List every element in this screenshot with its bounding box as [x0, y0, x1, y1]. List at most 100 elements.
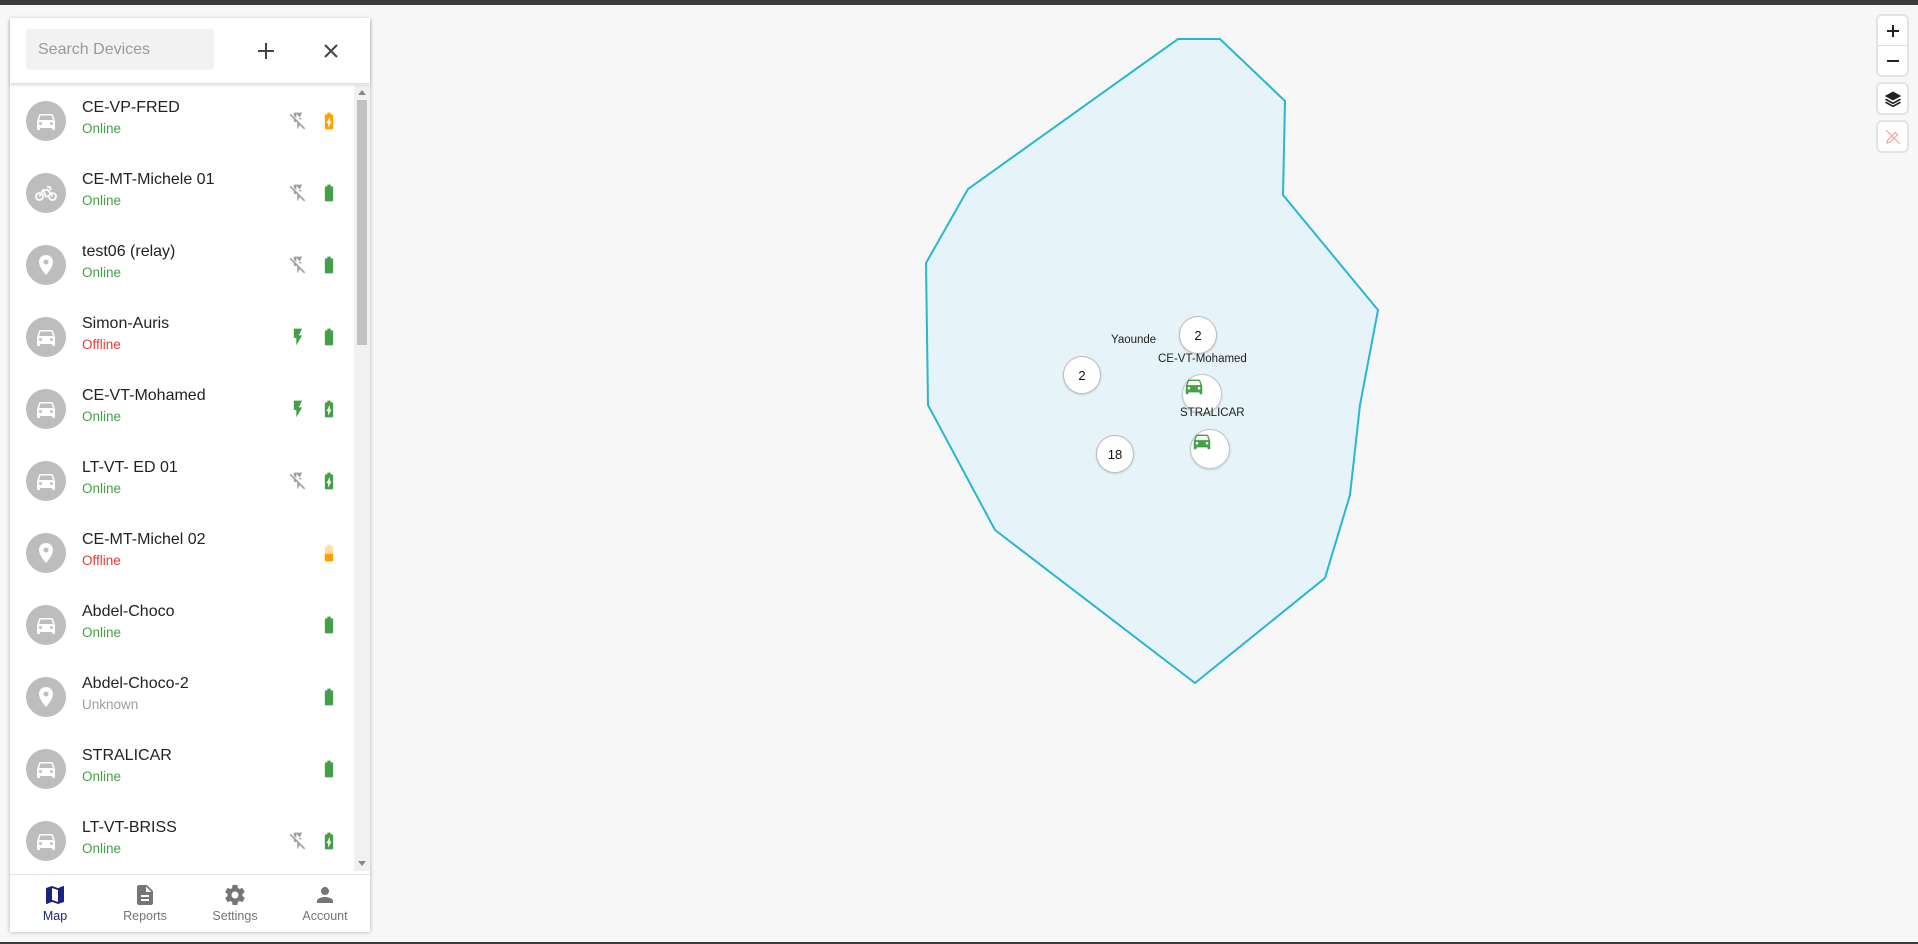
device-list-item[interactable]: CE-VP-FRED Online	[10, 85, 354, 157]
device-list-item[interactable]: CE-MT-Michel 02 Offline	[10, 517, 354, 589]
nav-reports[interactable]: Reports	[100, 875, 190, 932]
map-cluster-b[interactable]: 2	[1063, 356, 1101, 394]
device-status: Online	[82, 265, 122, 280]
search-input[interactable]	[26, 29, 214, 70]
location-pin-icon	[39, 255, 53, 275]
panel-header	[10, 18, 370, 83]
document-icon	[137, 885, 153, 905]
device-list-item[interactable]: Abdel-Choco Online	[10, 589, 354, 661]
device-avatar	[26, 533, 66, 573]
motorcycle-icon	[35, 186, 57, 201]
scroll-down-arrow[interactable]	[358, 861, 366, 866]
battery-charging-icon	[324, 472, 334, 490]
map-cluster-c[interactable]: 18	[1096, 435, 1134, 473]
car-icon	[1185, 379, 1203, 395]
device-name: Abdel-Choco	[82, 603, 175, 620]
device-name: CE-MT-Michele 01	[82, 171, 215, 188]
nav-account[interactable]: Account	[280, 875, 370, 932]
device-avatar	[26, 173, 66, 213]
geofence-toggle-button[interactable]	[1878, 122, 1907, 151]
device-list-item[interactable]: CE-MT-Michele 01 Online	[10, 157, 354, 229]
layers-control	[1878, 84, 1907, 113]
ignition-off-icon	[289, 832, 306, 850]
device-list-item[interactable]: Abdel-Choco-2 Unknown	[10, 661, 354, 733]
device-status: Unknown	[82, 697, 139, 712]
battery-charging-icon	[324, 832, 334, 850]
device-avatar	[26, 101, 66, 141]
device-name: LT-VT-BRISS	[82, 819, 177, 836]
device-avatar	[26, 245, 66, 285]
edit-off-icon	[1885, 129, 1900, 144]
minus-icon	[1886, 59, 1899, 62]
add-device-button[interactable]	[252, 37, 280, 65]
device-status: Online	[82, 841, 122, 856]
car-icon	[37, 330, 55, 346]
battery-full-icon	[324, 688, 334, 706]
device-name: Abdel-Choco-2	[82, 675, 189, 692]
zoom-controls	[1878, 16, 1907, 75]
battery-charging-icon	[324, 112, 334, 130]
device-avatar	[26, 821, 66, 861]
ignition-on-icon	[293, 400, 303, 418]
layers-icon	[1884, 91, 1901, 107]
ignition-off-icon	[289, 256, 306, 274]
device-status: Offline	[82, 337, 121, 352]
device-avatar	[26, 317, 66, 357]
device-avatar	[26, 749, 66, 789]
bottom-navigation: Map Reports Settings Account	[10, 874, 370, 932]
device-avatar	[26, 677, 66, 717]
plus-icon	[1886, 24, 1899, 37]
location-pin-icon	[39, 543, 53, 563]
geofence-toggle-control	[1878, 122, 1907, 151]
device-list-item[interactable]: test06 (relay) Online	[10, 229, 354, 301]
device-list-item[interactable]: LT-VT- ED 01 Online	[10, 445, 354, 517]
map-marker-device-2[interactable]	[1190, 429, 1230, 469]
device-status: Online	[82, 193, 122, 208]
device-panel: CE-VP-FREDOnlineCE-MT-Michele 01Onlinete…	[10, 18, 370, 932]
scrollbar-thumb[interactable]	[357, 100, 367, 345]
device-avatar	[26, 605, 66, 645]
layers-button[interactable]	[1878, 84, 1907, 113]
ignition-off-icon	[289, 112, 306, 130]
ignition-on-icon	[293, 328, 303, 346]
device-avatar	[26, 389, 66, 429]
map-label-city: Yaounde	[1111, 334, 1157, 346]
zoom-out-button[interactable]	[1878, 46, 1907, 75]
device-status: Offline	[82, 553, 121, 568]
battery-full-icon	[324, 184, 334, 202]
close-icon	[324, 44, 338, 58]
battery-full-icon	[324, 256, 334, 274]
ignition-off-icon	[289, 472, 306, 490]
device-name: LT-VT- ED 01	[82, 459, 178, 476]
person-icon	[317, 887, 333, 903]
scrollbar[interactable]	[354, 85, 370, 871]
device-list-item[interactable]: LT-VT-BRISS Online	[10, 805, 354, 871]
battery-charging-icon	[324, 400, 334, 418]
nav-settings[interactable]: Settings	[190, 875, 280, 932]
map-cluster-a[interactable]: 2	[1179, 316, 1217, 354]
device-list-item[interactable]: STRALICAR Online	[10, 733, 354, 805]
device-list[interactable]: CE-VP-FRED Online CE-MT-Michele 01 Online te…	[10, 85, 354, 871]
geofence-area[interactable]	[924, 38, 1380, 685]
device-status: Online	[82, 409, 122, 424]
map-label-device-2: STRALICAR	[1180, 407, 1245, 419]
device-status: Online	[82, 769, 122, 784]
car-icon	[37, 114, 55, 130]
device-status: Online	[82, 481, 122, 496]
gear-icon	[225, 885, 245, 906]
zoom-in-button[interactable]	[1878, 16, 1907, 45]
device-list-item[interactable]: CE-VT-Mohamed Online	[10, 373, 354, 445]
scroll-up-arrow[interactable]	[358, 90, 366, 95]
battery-low-icon	[324, 544, 334, 562]
close-panel-button[interactable]	[317, 37, 345, 65]
nav-map[interactable]: Map	[10, 875, 100, 932]
device-name: CE-VT-Mohamed	[82, 387, 206, 404]
device-name: STRALICAR	[82, 747, 172, 764]
map-label-device-1: CE-VT-Mohamed	[1158, 353, 1247, 365]
device-name: Simon-Auris	[82, 315, 170, 332]
battery-full-icon	[324, 616, 334, 634]
car-icon	[1193, 434, 1211, 450]
battery-full-icon	[324, 760, 334, 778]
device-list-item[interactable]: Simon-Auris Offline	[10, 301, 354, 373]
nav-label: Account	[302, 909, 348, 923]
